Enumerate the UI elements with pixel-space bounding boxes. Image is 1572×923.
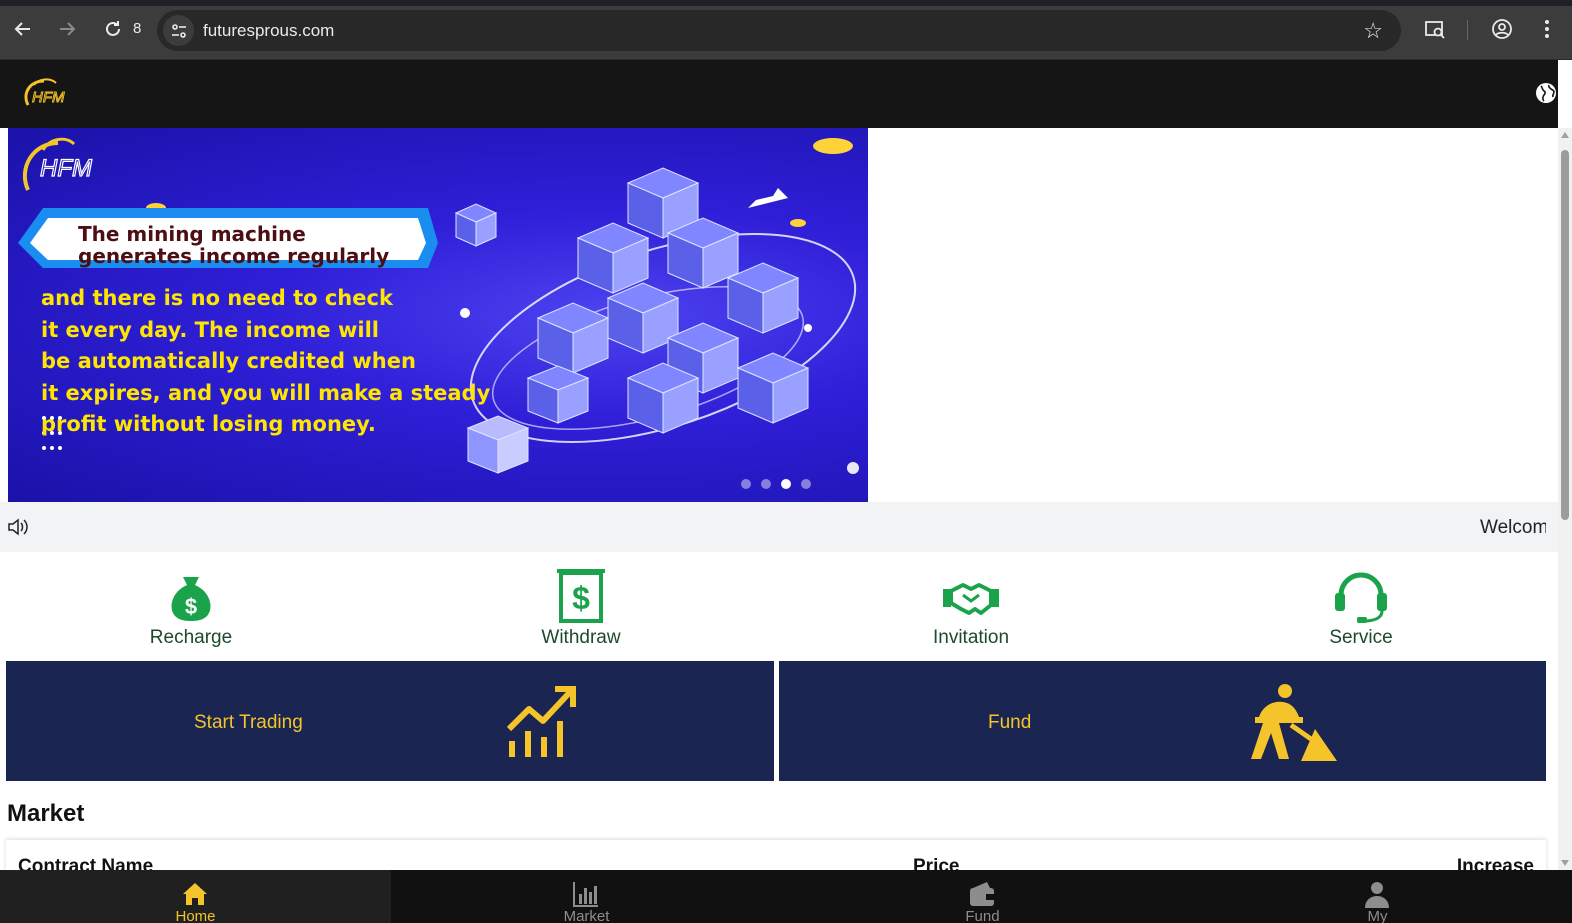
ribbon-line-1: The mining machine <box>78 222 306 246</box>
carousel-dot[interactable] <box>801 479 811 489</box>
carousel-indicators <box>741 479 811 489</box>
home-icon <box>183 883 207 905</box>
banner-line: it every day. The income will <box>41 317 379 342</box>
banner-line: it expires, and you will make a steady <box>41 380 491 405</box>
speaker-icon <box>8 518 28 536</box>
notice-marquee-text: Welcome <box>1480 517 1546 538</box>
digging-worker-icon <box>1251 684 1337 761</box>
scrollbar-thumb[interactable] <box>1561 150 1569 520</box>
nav-my-label: My <box>1367 908 1388 923</box>
nav-home-label: Home <box>175 908 216 923</box>
arrow-right-icon <box>60 22 76 36</box>
bottom-navigation: Home Market Fund My <box>0 870 1572 923</box>
nav-fund[interactable]: Fund <box>787 870 1178 923</box>
promo-banner-carousel[interactable]: HFM The mining machine generates income … <box>8 128 868 502</box>
bar-chart-icon <box>573 882 598 907</box>
svg-text:HFM: HFM <box>32 89 65 106</box>
bookmark-star-icon[interactable]: ☆ <box>1363 18 1383 44</box>
banner-ribbon-text: The mining machine generates income regu… <box>78 223 389 267</box>
nav-my[interactable]: My <box>1182 870 1572 923</box>
handshake-icon <box>943 583 999 615</box>
recharge-button[interactable]: $ Recharge <box>91 552 291 660</box>
app-header: HFM <box>0 60 1558 128</box>
service-button[interactable]: Service <box>1261 552 1461 660</box>
carousel-dot-active[interactable] <box>781 479 791 489</box>
scroll-down-arrow-icon[interactable] <box>1561 860 1569 866</box>
profile-button[interactable] <box>1487 14 1517 44</box>
carousel-dot[interactable] <box>741 479 751 489</box>
scroll-up-arrow-icon[interactable] <box>1561 132 1569 138</box>
fund-label: Fund <box>988 712 1032 733</box>
wallet-icon <box>970 882 994 906</box>
invitation-button[interactable]: Invitation <box>871 552 1071 660</box>
page-scrollbar[interactable] <box>1558 128 1572 870</box>
headset-icon <box>1335 572 1387 623</box>
toolbar-divider <box>1467 20 1468 40</box>
search-tab-button[interactable] <box>1420 14 1450 44</box>
kebab-menu-icon <box>1545 20 1549 38</box>
banner-line: profit without losing money. <box>41 412 376 436</box>
reload-button[interactable] <box>98 14 128 44</box>
start-trading-label: Start Trading <box>194 712 303 733</box>
globe-icon[interactable] <box>1534 81 1558 105</box>
invitation-label: Invitation <box>932 627 1010 648</box>
profile-icon <box>1492 19 1512 39</box>
nav-market-label: Market <box>563 908 610 923</box>
banner-line: be automatically credited when <box>41 349 416 373</box>
carousel-dot[interactable] <box>761 479 771 489</box>
svg-text:$: $ <box>572 580 590 616</box>
market-heading: Market <box>7 800 85 827</box>
back-button[interactable] <box>8 14 38 44</box>
start-trading-tile[interactable]: Start Trading <box>6 661 774 781</box>
trending-up-chart-icon <box>506 686 576 757</box>
banner-body-text: and there is no need to check it every d… <box>41 283 521 441</box>
site-settings-icon[interactable] <box>163 15 194 46</box>
nav-market[interactable]: Market <box>391 870 782 923</box>
url-text: futuresprous.com <box>203 21 335 40</box>
tab-search-icon <box>1425 21 1445 39</box>
quick-actions: $ Recharge $ Withdraw Invitation Service <box>0 552 1558 660</box>
svg-text:HFM: HFM <box>40 155 92 182</box>
fund-tile[interactable]: Fund <box>779 661 1546 781</box>
browser-tab-strip <box>0 0 1572 6</box>
svg-text:$: $ <box>185 594 197 619</box>
hfm-logo: HFM <box>24 78 65 106</box>
ribbon-line-2: generates income regularly <box>78 244 390 268</box>
money-bag-icon: $ <box>171 577 211 621</box>
user-icon <box>1365 882 1389 908</box>
browser-menu-button[interactable] <box>1532 14 1562 44</box>
tab-count: 8 <box>133 20 142 37</box>
withdraw-label: Withdraw <box>541 627 621 648</box>
forward-button[interactable] <box>52 14 82 44</box>
banner-hfm-logo: HFM <box>39 154 92 182</box>
address-bar[interactable]: futuresprous.com ☆ <box>157 10 1401 51</box>
withdraw-button[interactable]: $ Withdraw <box>481 552 681 660</box>
arrow-left-icon <box>14 22 30 36</box>
browser-toolbar: 8 futuresprous.com ☆ <box>0 0 1572 60</box>
service-label: Service <box>1329 627 1393 648</box>
nav-home[interactable]: Home <box>0 870 391 923</box>
dollar-bill-icon: $ <box>557 569 605 623</box>
reload-icon <box>106 21 120 36</box>
notice-bar: Welcome <box>0 502 1558 552</box>
banner-line: and there is no need to check <box>41 286 393 310</box>
recharge-label: Recharge <box>149 627 233 648</box>
nav-fund-label: Fund <box>965 908 1000 923</box>
